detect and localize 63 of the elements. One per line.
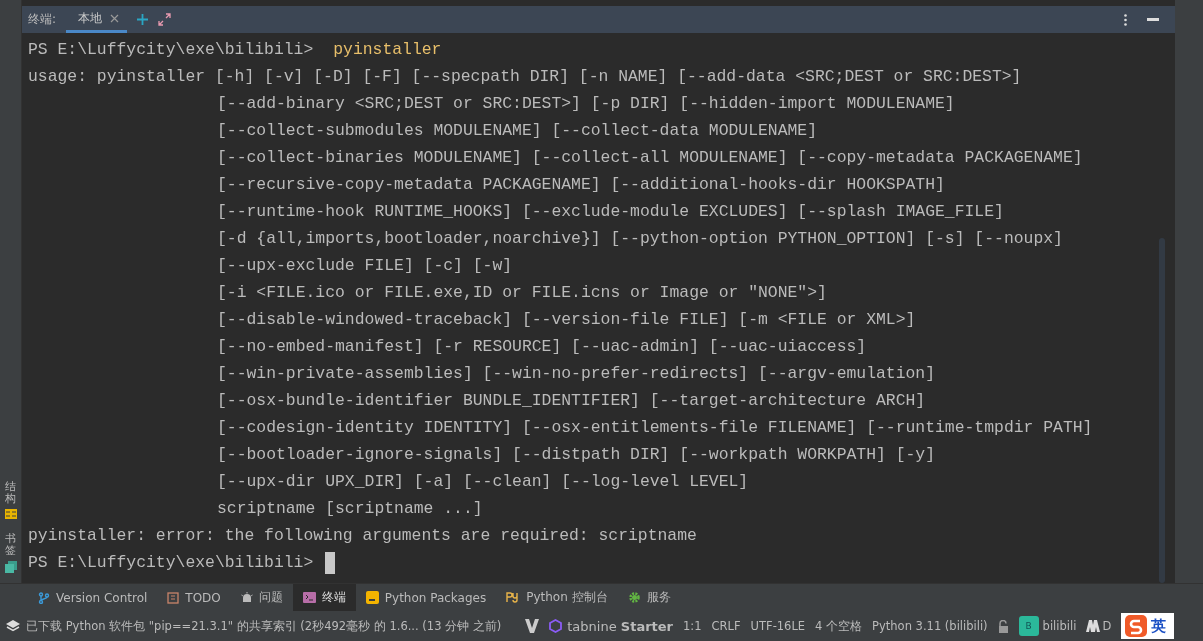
m-logo-icon: [1086, 620, 1101, 632]
scrollbar[interactable]: [1159, 238, 1165, 583]
layers-icon: [6, 619, 20, 633]
prompt-text: PS E:\Luffycity\exe\bilibili>: [28, 39, 314, 61]
status-message[interactable]: 已下载 Python 软件包 "pip==21.3.1" 的共享索引 (2秒492毫秒 的 1.6... (13 分钟 之前): [26, 618, 502, 634]
project-name[interactable]: bilibili: [1042, 619, 1077, 633]
alarm-icon: [240, 591, 253, 604]
output-text: [-d {all,imports,bootloader,noarchive}] [--python-option PYTHON_OPTION] [-s] [--noupx]: [217, 228, 1063, 250]
status-item[interactable]: 4 个空格: [815, 618, 863, 634]
tool-window-tab[interactable]: Python Packages: [355, 583, 497, 612]
status-item[interactable]: 1:1: [683, 619, 702, 633]
ime-mode: 英: [1151, 616, 1167, 636]
terminal-title: 终端:: [28, 11, 57, 28]
output-text: [--collect-submodules MODULENAME] [--collect-data MODULENAME]: [217, 120, 817, 142]
v-logo-icon[interactable]: [525, 619, 540, 633]
output-text: [--disable-windowed-traceback] [--version-file FILE] [-m <FILE or XML>]: [217, 309, 916, 331]
structure-icon: [4, 508, 17, 519]
prompt-text: PS E:\Luffycity\exe\bilibili>: [28, 552, 314, 574]
tool-window-tab[interactable]: 问题: [230, 583, 293, 612]
unlock-icon[interactable]: [997, 619, 1009, 633]
tool-window-tab[interactable]: 终端: [292, 583, 356, 612]
terminal-icon: [302, 592, 316, 603]
close-icon[interactable]: [110, 13, 120, 23]
gear-icon: [627, 591, 641, 604]
output-text: [--win-private-assemblies] [--win-no-prefer-redirects] [--argv-emulation]: [217, 363, 936, 385]
output-text: pyinstaller: error: the following arguments are required: scriptname: [28, 525, 697, 547]
status-item[interactable]: CRLF: [711, 619, 741, 633]
tool-window-tab[interactable]: TODO: [157, 583, 231, 612]
add-icon[interactable]: [137, 14, 149, 25]
output-text: [--no-embed-manifest] [-r RESOURCE] [--uac-admin] [--uac-uiaccess]: [217, 336, 867, 358]
output-text: [--runtime-hook RUNTIME_HOOKS] [--exclude-module EXCLUDES] [--splash IMAGE_FILE]: [217, 201, 1004, 223]
project-badge: B: [1018, 616, 1039, 636]
output-text: [--recursive-copy-metadata PACKAGENAME] [--additional-hooks-dir HOOKSPATH]: [217, 174, 945, 196]
output-text: [-i <FILE.ico or FILE.exe,ID or FILE.icns or Image or "NONE">]: [217, 282, 827, 304]
terminal-tab[interactable]: 本地: [66, 6, 128, 33]
package-icon: [365, 591, 379, 604]
py-icon: [506, 592, 521, 603]
side-tab[interactable]: 结构: [5, 480, 16, 505]
input-method-widget[interactable]: 英: [1121, 613, 1175, 639]
status-item[interactable]: Python 3.11 (bilibili): [872, 619, 988, 633]
output-text: usage: pyinstaller [-h] [-v] [-D] [-F] [--specpath DIR] [-n NAME] [--add-data <SRC;DEST or SRC:DEST>]: [28, 66, 1022, 88]
tool-window-tab[interactable]: 服务: [617, 583, 681, 612]
command-text: pyinstaller: [333, 39, 442, 61]
output-text: [--upx-exclude FILE] [-c] [-w]: [217, 255, 513, 277]
output-text: [--collect-binaries MODULENAME] [--collect-all MODULENAME] [--copy-metadata PACKAGENAME]: [217, 147, 1083, 169]
output-text: [--bootloader-ignore-signals] [--distpath DIR] [--workpath WORKPATH] [-y]: [217, 444, 936, 466]
output-text: [--osx-bundle-identifier BUNDLE_IDENTIFIER] [--target-architecture ARCH]: [217, 390, 926, 412]
branch-icon: [38, 591, 50, 604]
bookmark-icon: [4, 561, 17, 573]
tool-window-tab[interactable]: Python 控制台: [496, 583, 618, 612]
output-text: [--codesign-identity IDENTITY] [--osx-entitlements-file FILENAME] [--runtime-tmpdir PATH]: [217, 417, 1093, 439]
s-logo-icon: [1125, 615, 1148, 637]
status-item[interactable]: UTF-16LE: [750, 619, 806, 633]
output-text: scriptname [scriptname ...]: [217, 498, 483, 520]
output-text: [--add-binary <SRC;DEST or SRC:DEST>] [-p DIR] [--hidden-import MODULENAME]: [217, 93, 955, 115]
status-item[interactable]: D: [1102, 619, 1112, 633]
hexagon-icon: [549, 619, 563, 633]
expand-icon[interactable]: [158, 13, 172, 26]
side-tab[interactable]: 书签: [5, 532, 16, 557]
tool-window-tab[interactable]: Version Control: [28, 583, 158, 612]
list-icon: [167, 591, 180, 604]
more-icon[interactable]: [1124, 13, 1127, 26]
output-text: [--upx-dir UPX_DIR] [-a] [--clean] [--log-level LEVEL]: [217, 471, 749, 493]
